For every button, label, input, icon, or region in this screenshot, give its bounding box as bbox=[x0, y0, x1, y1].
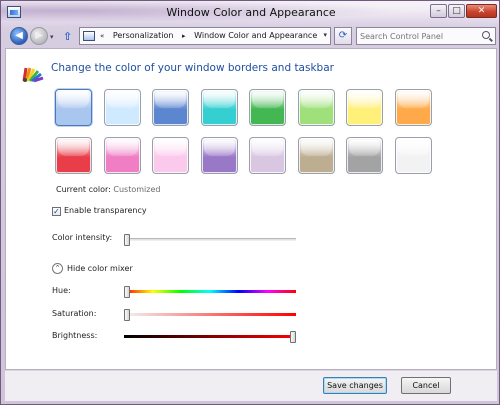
refresh-button[interactable]: ⟳ bbox=[334, 27, 352, 45]
transparency-label[interactable]: Enable transparency bbox=[64, 206, 147, 215]
color-swatch-ruby[interactable] bbox=[55, 137, 92, 174]
minimize-button[interactable]: – bbox=[430, 4, 447, 18]
color-swatch-slate[interactable] bbox=[346, 137, 383, 174]
search-box[interactable] bbox=[356, 27, 496, 45]
recent-pages-dropdown[interactable]: ▾ bbox=[50, 33, 54, 41]
color-swatch-lavender[interactable] bbox=[249, 137, 286, 174]
saturation-slider-thumb[interactable] bbox=[124, 309, 131, 321]
search-input[interactable] bbox=[360, 30, 476, 42]
color-swatch-taupe[interactable] bbox=[297, 137, 335, 174]
hue-slider-track[interactable] bbox=[124, 290, 296, 293]
cancel-button[interactable]: Cancel bbox=[401, 377, 451, 394]
navigation-bar: ◀ ▶ ▾ ⇧ « Personalization ▸ Window Color… bbox=[1, 25, 500, 47]
color-swatch-leaf[interactable] bbox=[249, 89, 286, 126]
color-palette-icon bbox=[22, 67, 44, 83]
color-swatch-twilight[interactable] bbox=[152, 89, 189, 126]
breadcrumb-item-personalization[interactable]: Personalization bbox=[113, 31, 174, 40]
close-button[interactable]: ✕ bbox=[466, 4, 497, 18]
intensity-slider-track[interactable] bbox=[124, 238, 296, 241]
color-swatch-frost[interactable] bbox=[394, 137, 432, 174]
brightness-slider-track[interactable] bbox=[124, 335, 296, 338]
saturation-label: Saturation: bbox=[52, 309, 97, 318]
search-icon[interactable] bbox=[482, 31, 490, 39]
brightness-slider-thumb[interactable] bbox=[289, 331, 296, 343]
chevron-up-icon[interactable]: ⌃ bbox=[52, 263, 63, 274]
brightness-label: Brightness: bbox=[52, 331, 98, 340]
address-bar[interactable]: « Personalization ▸ Window Color and App… bbox=[79, 27, 331, 45]
page-title: Change the color of your window borders … bbox=[51, 62, 334, 74]
breadcrumb-overflow[interactable]: « bbox=[100, 32, 104, 40]
address-dropdown-icon[interactable]: ▾ bbox=[323, 31, 327, 39]
color-swatch-blush[interactable] bbox=[152, 137, 189, 174]
transparency-checkbox[interactable]: ✓ bbox=[52, 207, 61, 216]
saturation-slider-track[interactable] bbox=[124, 313, 296, 316]
hue-slider-thumb[interactable] bbox=[124, 286, 131, 298]
forward-button[interactable]: ▶ bbox=[30, 27, 48, 45]
color-swatch-tangerine[interactable] bbox=[394, 89, 432, 126]
current-color: Current color: Customized bbox=[56, 185, 160, 194]
color-swatch-fuchsia[interactable] bbox=[103, 137, 141, 174]
color-swatch-sea[interactable] bbox=[200, 89, 238, 126]
color-swatch-violet[interactable] bbox=[200, 137, 238, 174]
hide-color-mixer-link[interactable]: Hide color mixer bbox=[67, 264, 133, 273]
breadcrumb: « Personalization ▸ Window Color and App… bbox=[100, 31, 323, 40]
current-color-value: Customized bbox=[113, 185, 161, 194]
hue-label: Hue: bbox=[52, 286, 71, 295]
current-color-label: Current color: bbox=[56, 185, 111, 194]
breadcrumb-item-window-color[interactable]: Window Color and Appearance bbox=[194, 31, 317, 40]
intensity-slider-thumb[interactable] bbox=[124, 234, 131, 246]
maximize-button[interactable]: □ bbox=[448, 4, 465, 18]
window-title: Window Color and Appearance bbox=[166, 6, 336, 19]
footer-bar: Save changes Cancel bbox=[5, 370, 497, 401]
color-swatch-lime[interactable] bbox=[297, 89, 335, 126]
color-swatch-custom-palette[interactable] bbox=[55, 89, 92, 126]
content-pane: Change the color of your window borders … bbox=[5, 48, 497, 370]
save-changes-button[interactable]: Save changes bbox=[323, 377, 387, 394]
up-button[interactable]: ⇧ bbox=[63, 30, 72, 43]
title-bar: Window Color and Appearance – □ ✕ bbox=[1, 1, 500, 25]
intensity-label: Color intensity: bbox=[52, 233, 113, 242]
back-button[interactable]: ◀ bbox=[10, 27, 28, 45]
color-swatch-sky[interactable] bbox=[103, 89, 141, 126]
breadcrumb-separator-icon[interactable]: ▸ bbox=[182, 32, 186, 40]
control-panel-icon bbox=[83, 31, 95, 41]
color-swatch-lemon[interactable] bbox=[346, 89, 383, 126]
window-frame: Window Color and Appearance – □ ✕ ◀ ▶ ▾ … bbox=[0, 0, 500, 405]
